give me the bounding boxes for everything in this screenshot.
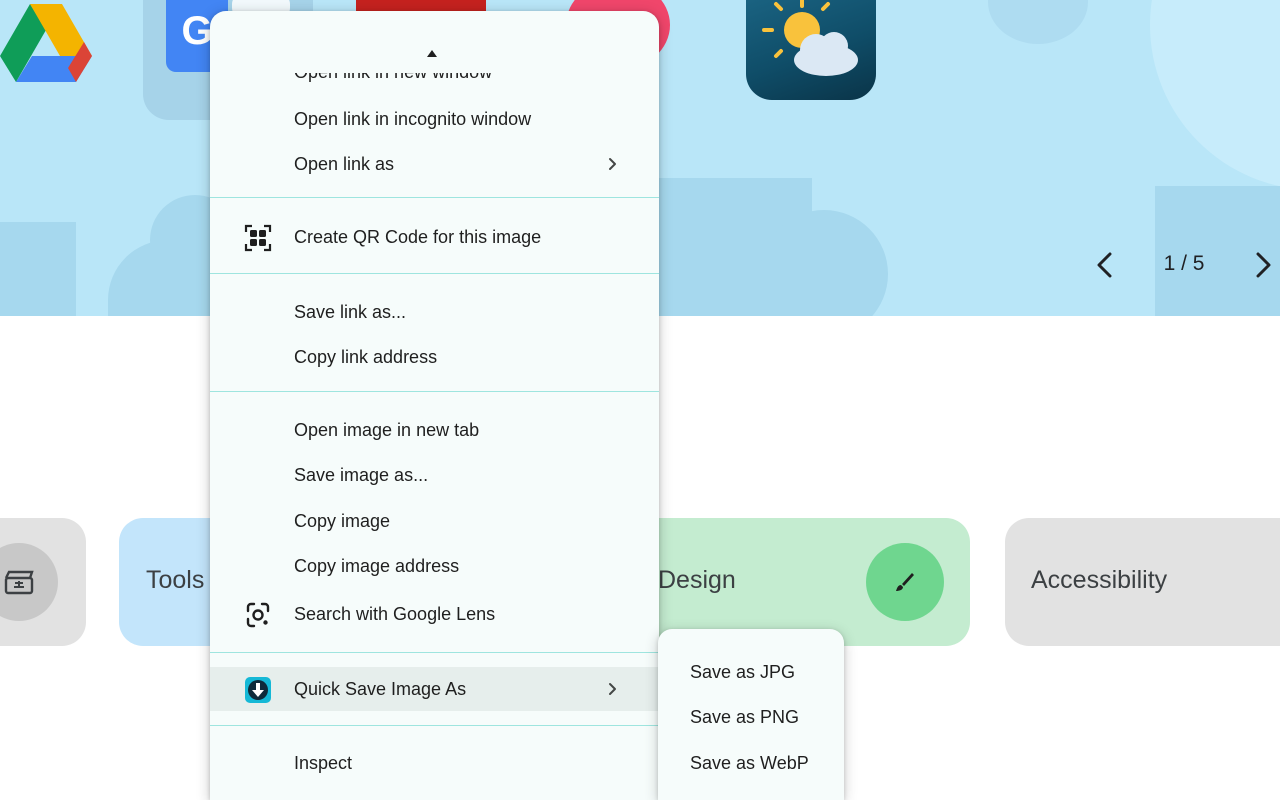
- carousel-prev-button[interactable]: [1088, 246, 1124, 284]
- menu-item-copy-image-address[interactable]: Copy image address: [210, 544, 659, 588]
- menu-item-label: Save link as...: [294, 302, 407, 322]
- menu-item-label: Open link in incognito window: [294, 109, 532, 129]
- qr-code-icon: [244, 224, 272, 252]
- menu-item-label: Search with Google Lens: [294, 604, 496, 624]
- background-shape: [1150, 0, 1280, 190]
- menu-item-save-link-as[interactable]: Save link as...: [210, 290, 659, 334]
- menu-item-open-image-new-tab[interactable]: Open image in new tab: [210, 408, 659, 452]
- menu-item-label: Open link as: [294, 154, 395, 174]
- category-card-accessibility[interactable]: Accessibility: [1005, 518, 1280, 646]
- menu-separator: [210, 652, 659, 653]
- menu-item-icon: [244, 676, 272, 704]
- menu-item-label: Inspect: [294, 753, 353, 773]
- carousel-counter: 1 / 5: [1163, 252, 1205, 275]
- menu-item-open-link-incognito[interactable]: Open link in incognito window: [210, 97, 659, 141]
- scroll-mask: [210, 57, 659, 73]
- submenu-item-save-as-jpg[interactable]: Save as JPG: [658, 650, 844, 694]
- submenu-item-label: Save as WebP: [690, 753, 809, 773]
- submenu-item-save-as-webp[interactable]: Save as WebP: [658, 741, 844, 785]
- menu-item-quick-save-image-as[interactable]: Quick Save Image As: [210, 667, 659, 711]
- chevron-left-icon: [1097, 252, 1112, 278]
- menu-item-icon: [244, 224, 272, 252]
- menu-item-label: Quick Save Image As: [294, 679, 467, 699]
- context-menu: Open link in new window Open link in inc…: [210, 11, 659, 800]
- category-badge: [866, 543, 944, 621]
- menu-item-label: Copy image: [294, 511, 391, 531]
- chrome-web-store-page: G 1 / 5 Tools Design Accessibility Open …: [0, 0, 1280, 800]
- menu-item-label: Open image in new tab: [294, 420, 480, 440]
- category-label: Accessibility: [1031, 566, 1168, 594]
- menu-item-copy-link-address[interactable]: Copy link address: [210, 335, 659, 379]
- triangle-up-icon: [427, 49, 437, 57]
- category-label: Design: [658, 566, 736, 594]
- menu-item-label: Save image as...: [294, 465, 429, 485]
- menu-separator: [210, 391, 659, 392]
- menu-separator: [210, 197, 659, 198]
- background-shape: [0, 222, 76, 316]
- weather-sun-cloud-icon: [762, 0, 858, 76]
- chevron-right-icon: [609, 158, 616, 170]
- menu-item-label: Copy image address: [294, 556, 460, 576]
- chevron-right-icon: [1256, 252, 1271, 278]
- menu-item-copy-image[interactable]: Copy image: [210, 499, 659, 543]
- carousel-next-button[interactable]: [1246, 246, 1280, 284]
- category-card-entertainment[interactable]: [0, 518, 86, 646]
- category-label: Tools: [146, 566, 205, 594]
- menu-item-search-google-lens[interactable]: Search with Google Lens: [210, 592, 659, 636]
- google-lens-icon: [246, 602, 270, 628]
- category-badge: [0, 543, 58, 621]
- menu-item-label: Create QR Code for this image: [294, 227, 542, 247]
- menu-item-label: Copy link address: [294, 347, 438, 367]
- weather-app-icon[interactable]: [746, 0, 876, 100]
- menu-item-inspect[interactable]: Inspect: [210, 741, 659, 785]
- menu-item-save-image-as[interactable]: Save image as...: [210, 453, 659, 497]
- google-drive-icon[interactable]: [0, 0, 92, 88]
- quick-save-submenu: Save as JPG Save as PNG Save as WebP: [658, 629, 844, 800]
- quick-save-extension-icon: [245, 677, 271, 703]
- background-shape: [988, 0, 1088, 44]
- menu-separator: [210, 273, 659, 274]
- menu-item-create-qr-code[interactable]: Create QR Code for this image: [210, 215, 659, 259]
- clapperboard-icon: [4, 570, 34, 595]
- menu-separator: [210, 725, 659, 726]
- submenu-item-label: Save as JPG: [690, 662, 796, 682]
- menu-item-icon: [244, 601, 272, 629]
- menu-item-open-link-as[interactable]: Open link as: [210, 142, 659, 186]
- submenu-item-label: Save as PNG: [690, 707, 800, 727]
- paintbrush-icon: [896, 573, 914, 591]
- submenu-item-save-as-png[interactable]: Save as PNG: [658, 695, 844, 739]
- chevron-right-icon: [609, 683, 616, 695]
